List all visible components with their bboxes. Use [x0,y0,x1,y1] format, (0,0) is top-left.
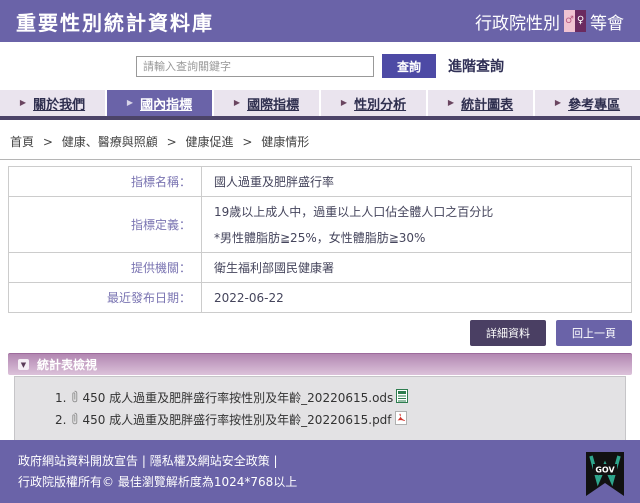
breadcrumb-item-health-care[interactable]: 健康、醫療與照顧 [62,135,158,149]
triangle-right-icon: ▶ [341,99,347,107]
female-symbol-icon: ♀ [575,10,586,32]
male-symbol-icon: ♂ [564,10,575,32]
providing-agency-label: 提供機關： [9,253,202,283]
release-date-label: 最近發布日期： [9,283,202,313]
tab-reference-area[interactable]: ▶ 參考專區 [535,90,640,116]
indicator-definition-row: 指標定義： 19歲以上成人中，過重以上人口佔全體人口之百分比 *男性體脂肪≧25… [9,197,632,253]
indicator-name-value: 國人過重及肥胖盛行率 [202,167,632,197]
stats-table-accordion-header[interactable]: ▼ 統計表檢視 [8,353,632,375]
search-bar: 查詢 進階查詢 [0,42,640,90]
tab-about-us[interactable]: ▶ 關於我們 [0,90,105,116]
providing-agency-value: 衛生福利部國民健康署 [202,253,632,283]
paperclip-icon [70,412,79,428]
search-button[interactable]: 查詢 [382,54,436,78]
ods-file-link[interactable]: 450 成人過重及肥胖盛行率按性別及年齡_20220615.ods [82,389,393,406]
triangle-right-icon: ▶ [127,99,133,107]
gov-certification-logo[interactable]: GOV [586,452,624,499]
triangle-right-icon: ▶ [448,99,454,107]
breadcrumb: 首頁 > 健康、醫療與照顧 > 健康促進 > 健康情形 [0,120,640,160]
gender-equality-logo: ♂ ♀ [564,10,586,32]
paperclip-icon [70,390,79,406]
definition-line-1: 19歲以上成人中，過重以上人口佔全體人口之百分比 [214,203,619,220]
advanced-search-link[interactable]: 進階查詢 [448,56,504,76]
footer-links-line: 政府網站資料開放宣告 | 隱私權及網站安全政策 | [18,451,622,472]
breadcrumb-separator: > [242,135,252,149]
tab-gender-analysis[interactable]: ▶ 性別分析 [321,90,426,116]
org-name-prefix: 行政院性別 [475,9,560,34]
indicator-detail-table: 指標名稱： 國人過重及肥胖盛行率 指標定義： 19歲以上成人中，過重以上人口佔全… [8,166,632,313]
site-header: 重要性別統計資料庫 行政院性別 ♂ ♀ 等會 [0,0,640,42]
pdf-file-link[interactable]: 450 成人過重及肥胖盛行率按性別及年齡_20220615.pdf [82,411,391,428]
definition-line-2: *男性體脂肪≧25%，女性體脂肪≧30% [214,229,619,246]
stats-accordion-title: 統計表檢視 [37,356,97,373]
gov-logo-text: GOV [595,466,615,475]
providing-agency-row: 提供機關： 衛生福利部國民健康署 [9,253,632,283]
footer-separator: | [138,454,150,468]
breadcrumb-separator: > [167,135,177,149]
breadcrumb-item-home[interactable]: 首頁 [10,135,34,149]
file-index: 2. [55,413,66,427]
file-index: 1. [55,391,66,405]
chevron-down-icon: ▼ [18,359,29,370]
triangle-right-icon: ▶ [234,99,240,107]
tab-statistical-charts[interactable]: ▶ 統計圖表 [428,90,533,116]
tab-international-indicators[interactable]: ▶ 國際指標 [214,90,319,116]
file-item: 2. 450 成人過重及肥胖盛行率按性別及年齡_20220615.pdf [55,411,615,428]
site-title: 重要性別統計資料庫 [16,7,214,36]
indicator-name-label: 指標名稱： [9,167,202,197]
release-date-value: 2022-06-22 [202,283,632,313]
triangle-right-icon: ▶ [20,99,26,107]
indicator-definition-value: 19歲以上成人中，過重以上人口佔全體人口之百分比 *男性體脂肪≧25%，女性體脂… [202,197,632,253]
back-button[interactable]: 回上一頁 [556,320,632,346]
privacy-security-policy-link[interactable]: 隱私權及網站安全政策 [150,454,270,468]
detail-data-button[interactable]: 詳細資料 [470,320,546,346]
action-buttons: 詳細資料 回上一頁 [8,320,632,346]
tab-domestic-indicators[interactable]: ▶ 國內指標 [107,90,212,116]
pdf-file-icon [395,411,407,428]
footer-copyright-line: 行政院版權所有© 最佳瀏覽解析度為1024*768以上 [18,472,622,493]
footer-separator: | [270,454,278,468]
file-item: 1. 450 成人過重及肥胖盛行率按性別及年齡_20220615.ods [55,389,615,406]
main-nav: ▶ 關於我們 ▶ 國內指標 ▶ 國際指標 ▶ 性別分析 ▶ 統計圖表 ▶ 參考專… [0,90,640,120]
open-data-policy-link[interactable]: 政府網站資料開放宣告 [18,454,138,468]
org-banner: 行政院性別 ♂ ♀ 等會 [475,9,624,34]
indicator-definition-label: 指標定義： [9,197,202,253]
release-date-row: 最近發布日期： 2022-06-22 [9,283,632,313]
indicator-name-row: 指標名稱： 國人過重及肥胖盛行率 [9,167,632,197]
breadcrumb-separator: > [43,135,53,149]
triangle-right-icon: ▶ [555,99,561,107]
site-footer: 政府網站資料開放宣告 | 隱私權及網站安全政策 | 行政院版權所有© 最佳瀏覽解… [0,440,640,503]
breadcrumb-item-health-promotion[interactable]: 健康促進 [185,135,233,149]
search-input[interactable] [136,56,374,77]
ods-file-icon [396,389,408,406]
org-name-suffix: 等會 [590,9,624,34]
breadcrumb-item-current: 健康情形 [261,135,309,149]
